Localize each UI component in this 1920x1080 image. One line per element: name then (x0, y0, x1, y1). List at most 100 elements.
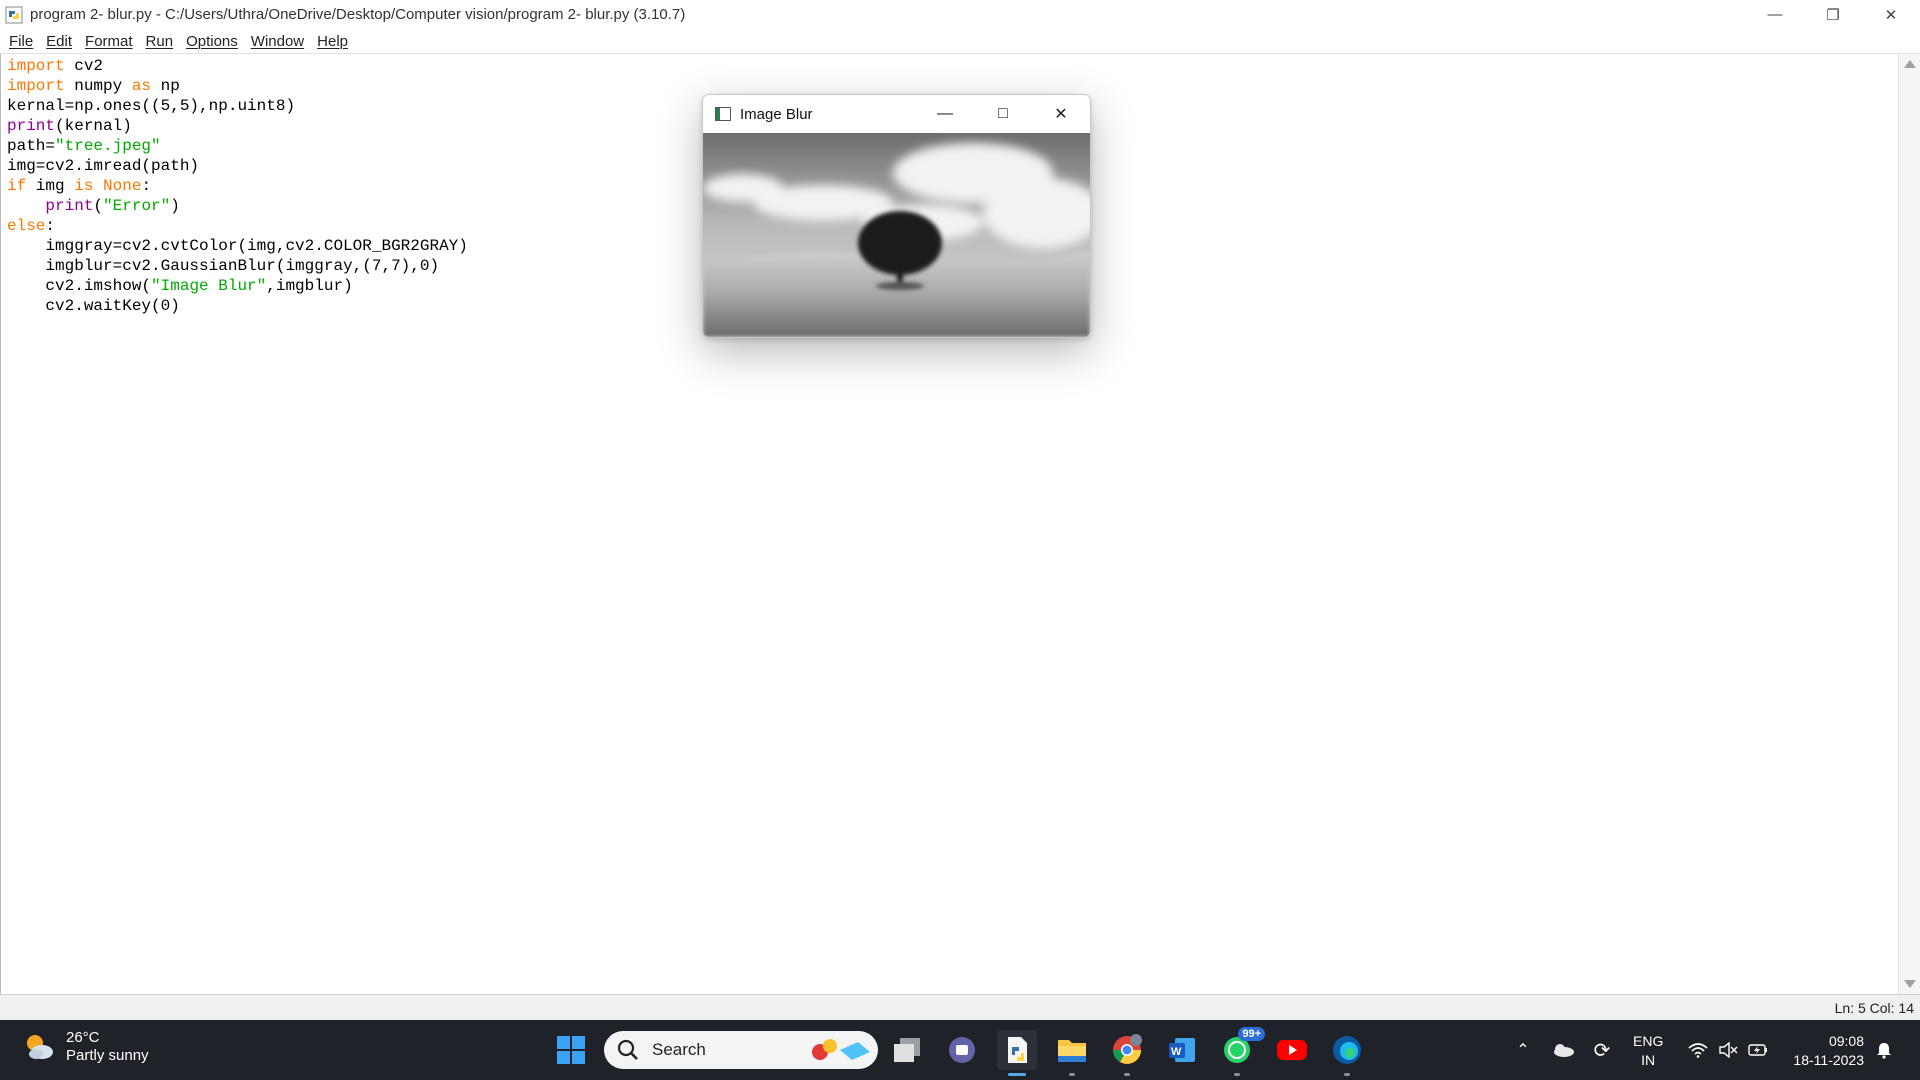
task-view-button[interactable] (887, 1030, 927, 1070)
minimize-icon: — (1767, 6, 1783, 23)
code-text[interactable]: import cv2 import numpy as np kernal=np.on… (7, 56, 468, 316)
menu-run[interactable]: Run (146, 33, 174, 50)
word-icon: W (1169, 1038, 1195, 1062)
battery-charging-icon (1748, 1044, 1767, 1056)
python-file-icon (1008, 1037, 1027, 1063)
word-button[interactable]: W (1162, 1030, 1202, 1070)
volume-button[interactable] (1715, 1020, 1741, 1080)
code-token: ,imgblur) (266, 277, 353, 295)
code-token: import (7, 77, 65, 95)
code-line[interactable]: if img is None: (7, 176, 468, 196)
restore-icon: ❐ (1826, 6, 1840, 24)
code-line[interactable]: print("Error") (7, 196, 468, 216)
search-label: Search (652, 1040, 706, 1059)
menu-window[interactable]: Window (251, 33, 304, 50)
code-token: print (7, 117, 56, 135)
code-line[interactable]: imgblur=cv2.GaussianBlur(imggray,(7,7),0… (7, 256, 468, 276)
image-window-titlebar[interactable]: Image Blur — □ ✕ (703, 95, 1090, 133)
code-token: if (7, 177, 27, 195)
image-blur-window[interactable]: Image Blur — □ ✕ (702, 94, 1091, 338)
battery-button[interactable] (1745, 1020, 1771, 1080)
code-token: kernal=np.ones((5,5),np.uint8) (7, 97, 296, 115)
image-close-button[interactable]: ✕ (1032, 95, 1090, 133)
input-language[interactable]: ENG IN (1633, 1032, 1663, 1070)
menu-edit[interactable]: Edit (46, 33, 72, 50)
image-window-icon (715, 107, 731, 121)
image-minimize-button[interactable]: — (916, 95, 974, 133)
code-token: "Image Blur" (151, 277, 267, 295)
search-highlight-icon (812, 1039, 870, 1060)
taskbar-search[interactable]: Search (604, 1031, 878, 1069)
minimize-button[interactable]: — (1746, 0, 1804, 29)
restore-button[interactable]: ❐ (1804, 0, 1862, 29)
wifi-icon (1688, 1043, 1708, 1058)
code-token: is (74, 177, 94, 195)
cloud-icon (1554, 1044, 1574, 1057)
weather-temp: 26°C (66, 1029, 100, 1046)
code-line[interactable]: img=cv2.imread(path) (7, 156, 468, 176)
code-token: numpy (64, 77, 132, 95)
code-token: as (131, 77, 152, 95)
code-line[interactable]: else: (7, 216, 468, 236)
code-line[interactable]: import cv2 (7, 56, 468, 76)
chrome-button[interactable] (1107, 1030, 1147, 1076)
task-view-icon (894, 1038, 920, 1062)
code-token: cv2.waitKey(0) (7, 297, 180, 315)
code-line[interactable]: cv2.imshow("Image Blur",imgblur) (7, 276, 468, 296)
file-explorer-button[interactable] (1052, 1030, 1092, 1076)
code-token: : (45, 217, 56, 235)
svg-text:W: W (1171, 1046, 1182, 1058)
menu-help[interactable]: Help (317, 33, 348, 50)
running-indicator (1069, 1073, 1075, 1076)
whatsapp-button[interactable]: 99+ (1217, 1027, 1265, 1076)
code-token: cv2.imshow( (7, 277, 152, 295)
menu-format[interactable]: Format (85, 33, 133, 50)
sync-icon: ⟳ (1593, 1039, 1611, 1062)
sync-button[interactable]: ⟳ (1589, 1020, 1615, 1080)
scroll-up-icon[interactable] (1904, 60, 1916, 68)
close-icon: ✕ (1054, 106, 1068, 123)
volume-muted-icon (1719, 1042, 1738, 1058)
code-token: ) (170, 197, 180, 215)
wifi-button[interactable] (1685, 1020, 1711, 1080)
clock[interactable]: 09:08 18-11-2023 (1784, 1032, 1864, 1070)
code-token: np (151, 77, 180, 95)
code-line[interactable]: kernal=np.ones((5,5),np.uint8) (7, 96, 468, 116)
menu-options[interactable]: Options (186, 33, 238, 50)
title-bar: program 2- blur.py - C:/Users/Uthra/OneD… (0, 0, 1920, 29)
cursor-position: Ln: 5 Col: 14 (1834, 1000, 1914, 1016)
edge-button[interactable] (1327, 1030, 1367, 1076)
code-token: img=cv2.imread(path) (7, 157, 200, 175)
image-maximize-button[interactable]: □ (974, 95, 1032, 133)
code-line[interactable]: print(kernal) (7, 116, 468, 136)
code-line[interactable]: cv2.waitKey(0) (7, 296, 468, 316)
clock-date: 18-11-2023 (1793, 1052, 1864, 1068)
running-indicator (1124, 1073, 1130, 1076)
teams-icon (949, 1037, 975, 1063)
weather-widget[interactable]: 26°C Partly sunny (22, 1029, 149, 1065)
idle-app-button[interactable] (997, 1030, 1037, 1076)
code-token: path= (7, 137, 56, 155)
window-title: program 2- blur.py - C:/Users/Uthra/OneD… (30, 6, 686, 23)
code-line[interactable]: imggray=cv2.cvtColor(img,cv2.COLOR_BGR2G… (7, 236, 468, 256)
show-hidden-icons-button[interactable]: ⌃ (1512, 1020, 1534, 1080)
vertical-scrollbar[interactable] (1898, 54, 1920, 994)
code-line[interactable]: import numpy as np (7, 76, 468, 96)
close-button[interactable]: ✕ (1862, 0, 1920, 29)
teams-chat-button[interactable] (942, 1030, 982, 1070)
weather-desc: Partly sunny (66, 1047, 149, 1064)
menu-file[interactable]: File (9, 33, 33, 50)
notifications-button[interactable] (1872, 1020, 1896, 1080)
youtube-button[interactable] (1272, 1030, 1312, 1070)
active-indicator (1008, 1073, 1026, 1076)
windows-icon (557, 1036, 585, 1064)
menu-bar: File Edit Format Run Options Window Help (0, 29, 1920, 54)
code-token: imggray=cv2.cvtColor(img,cv2.COLOR_BGR2G… (7, 237, 468, 255)
code-line[interactable]: path="tree.jpeg" (7, 136, 468, 156)
scroll-down-icon[interactable] (1904, 980, 1916, 988)
start-button[interactable] (551, 1030, 591, 1070)
onedrive-button[interactable] (1550, 1020, 1576, 1080)
maximize-icon: □ (998, 105, 1008, 122)
